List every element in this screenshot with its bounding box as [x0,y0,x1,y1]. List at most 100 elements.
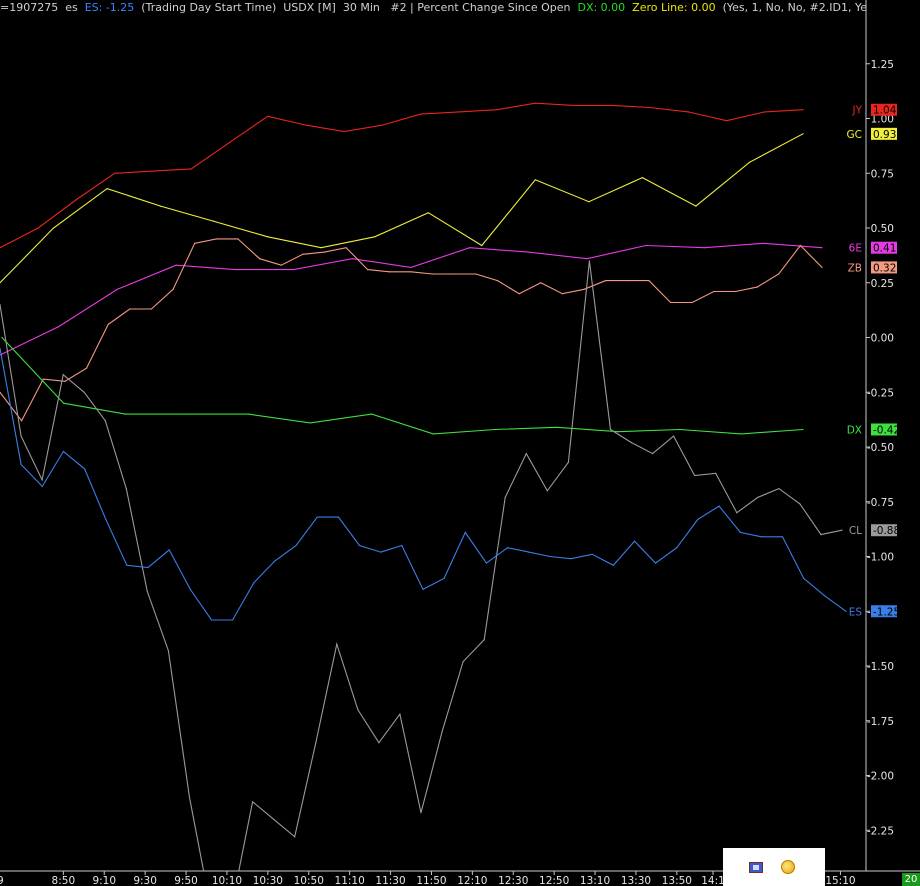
series-line-es [0,348,847,621]
data-point [612,564,614,566]
data-point [821,266,823,268]
data-point [496,280,499,282]
data-point [704,247,706,249]
x-tick-label: 13:50 [662,875,692,886]
data-point [147,566,149,569]
data-point [778,273,780,275]
data-point [280,264,282,266]
data-point [443,577,445,580]
data-point [555,426,558,428]
x-tick-label: 8:50 [52,875,76,886]
data-point [189,588,191,591]
data-point [845,610,847,612]
data-point [655,562,657,564]
series-name-label: ES [849,606,863,618]
data-point [295,544,297,547]
x-tick-label: 12:10 [457,875,487,886]
y-tick-label: 0.50 [871,223,894,235]
y-tick-label: 0.00 [871,333,894,345]
data-point [540,282,542,284]
data-point [62,450,64,452]
data-point [401,544,403,547]
x-tick-label: 12:30 [498,875,528,886]
data-point [641,177,644,179]
data-point [617,431,619,433]
y-tick-label: -0.25 [867,387,894,399]
data-point [63,402,65,404]
data-point [648,280,650,282]
x-edge-label: 9 [0,875,4,886]
data-point [320,247,322,249]
data-point [367,269,369,271]
series-name-label: DX [847,424,862,436]
data-point [464,531,466,534]
data-point [167,650,169,652]
data-point [259,258,261,260]
data-point [573,104,575,106]
data-point [534,102,536,104]
data-point [458,111,460,113]
x-tick-label: 9:50 [174,875,198,886]
data-point [432,273,434,275]
data-point [504,496,506,498]
series-name-label: 6E [849,243,862,255]
series-line-zb [0,238,823,422]
data-point [475,273,477,275]
data-point [762,242,764,244]
data-point [588,260,591,262]
data-point [824,595,826,597]
data-point [175,264,177,266]
data-point [611,104,613,106]
series-value-label: -0.88 [873,525,900,537]
y-tick-label: -1.00 [867,552,894,564]
data-point [605,280,607,282]
data-point [84,468,86,470]
y-tick-label: 0.25 [871,278,894,290]
data-point [799,503,801,505]
data-point [626,280,628,282]
data-point [129,308,131,310]
y-tick-label: -1.75 [867,716,894,728]
data-point [494,428,496,431]
series-line-gc [0,133,804,284]
x-tick-label: 14:1 [701,875,725,886]
data-point [588,201,590,203]
data-point [802,428,804,431]
data-point [309,422,311,424]
y-tick-label: -2.00 [867,771,894,783]
y-tick-label: -2.25 [867,825,894,837]
data-point [679,428,681,431]
window-icon[interactable] [749,862,763,873]
data-point [20,463,22,466]
data-point [422,588,424,591]
data-point [126,564,128,566]
data-point [725,120,728,122]
data-point [168,549,170,551]
data-point [528,551,530,553]
data-point [715,472,717,474]
data-point [58,326,60,328]
data-point [107,323,109,325]
data-point [234,269,236,271]
data-point [215,238,217,240]
data-point [676,547,678,549]
series-name-label: JY [851,105,862,117]
data-point [469,247,471,249]
data-point [85,367,88,369]
data-point [649,106,651,109]
data-point [336,643,338,645]
data-point [485,562,487,564]
data-point [432,433,434,435]
x-tick-label: 11:10 [335,875,365,886]
data-point [764,111,766,113]
series-value-label: 0.32 [873,262,896,274]
data-point [670,301,672,304]
data-point [481,244,483,247]
data-point [357,709,359,711]
data-point [104,420,106,422]
data-point [561,293,564,295]
sun-icon[interactable] [781,860,795,874]
data-point [190,168,192,170]
data-point [323,251,326,253]
data-point [125,488,127,490]
